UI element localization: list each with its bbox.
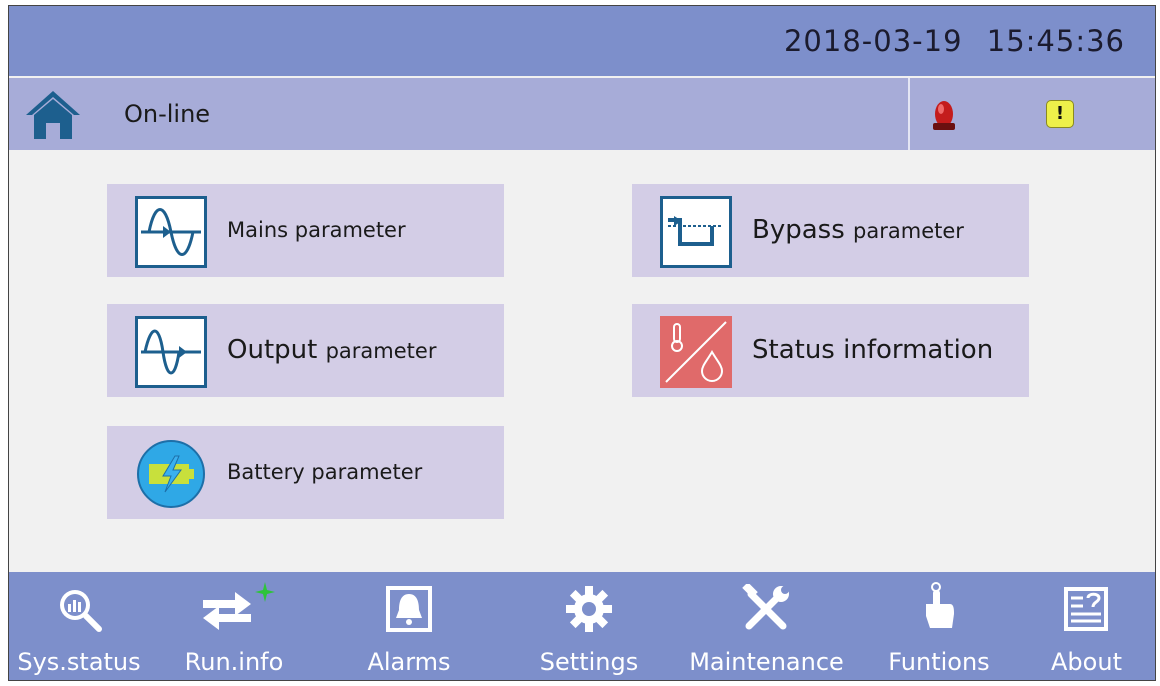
battery-parameter-label: Battery parameter	[227, 460, 423, 484]
main-menu: Mains parameter Bypass parameter Output …	[9, 150, 1155, 570]
output-waveform-icon	[135, 316, 207, 388]
nav-run-info[interactable]: Run.info	[169, 572, 299, 680]
battery-parameter-tile[interactable]: Battery parameter	[107, 426, 504, 519]
operating-mode: On-line	[124, 100, 211, 128]
top-bar: 2018-03-19 15:45:36	[9, 6, 1155, 76]
mains-parameter-label: Mains parameter	[227, 218, 406, 242]
date-text: 2018-03-19	[783, 24, 963, 58]
mains-waveform-icon	[135, 196, 207, 268]
nav-about-label: About	[1051, 648, 1122, 676]
home-icon[interactable]	[24, 87, 82, 141]
time-text: 15:45:36	[986, 24, 1125, 58]
status-information-label: Status information	[752, 335, 994, 365]
status-bar: On-line !	[9, 78, 1155, 150]
status-information-tile[interactable]: Status information	[632, 304, 1029, 397]
nav-alarms-label: Alarms	[367, 648, 451, 676]
bottom-nav: Sys.status Run.info Alarms Settings Main…	[9, 572, 1155, 680]
nav-sys-status-label: Sys.status	[17, 648, 141, 676]
tools-icon	[742, 584, 789, 630]
magnifier-chart-icon	[60, 590, 102, 632]
nav-functions-label: Funtions	[888, 648, 990, 676]
swap-arrows-icon	[203, 582, 275, 630]
nav-settings[interactable]: Settings	[514, 572, 664, 680]
nav-settings-label: Settings	[539, 648, 639, 676]
gear-icon	[566, 586, 612, 632]
ups-screen: 2018-03-19 15:45:36 On-line ! Mains para…	[8, 5, 1156, 681]
warning-icon[interactable]: !	[1046, 100, 1074, 128]
nav-functions[interactable]: Funtions	[874, 572, 1004, 680]
output-parameter-tile[interactable]: Output parameter	[107, 304, 504, 397]
nav-maintenance[interactable]: Maintenance	[679, 572, 854, 680]
bypass-label-main: Bypass	[752, 215, 845, 245]
nav-alarms[interactable]: Alarms	[334, 572, 484, 680]
bypass-parameter-label: Bypass parameter	[752, 184, 964, 277]
output-label-main: Output	[227, 335, 318, 365]
bypass-icon	[660, 196, 732, 268]
mains-parameter-tile[interactable]: Mains parameter	[107, 184, 504, 277]
nav-maintenance-label: Maintenance	[689, 648, 844, 676]
battery-charge-icon	[137, 440, 205, 508]
alarm-siren-icon[interactable]	[931, 98, 957, 132]
nav-sys-status[interactable]: Sys.status	[9, 572, 149, 680]
help-document-icon	[1064, 587, 1108, 631]
nav-about[interactable]: About	[1029, 572, 1144, 680]
pointing-hand-icon	[926, 582, 954, 628]
output-parameter-label: Output parameter	[227, 304, 436, 397]
bell-icon	[386, 586, 432, 632]
temperature-humidity-icon	[660, 316, 732, 388]
nav-run-info-label: Run.info	[184, 648, 284, 676]
bypass-parameter-tile[interactable]: Bypass parameter	[632, 184, 1029, 277]
date-time: 2018-03-19 15:45:36	[784, 24, 1125, 58]
output-label-sub: parameter	[325, 339, 437, 363]
bypass-label-sub: parameter	[853, 219, 964, 243]
status-divider	[908, 78, 910, 150]
